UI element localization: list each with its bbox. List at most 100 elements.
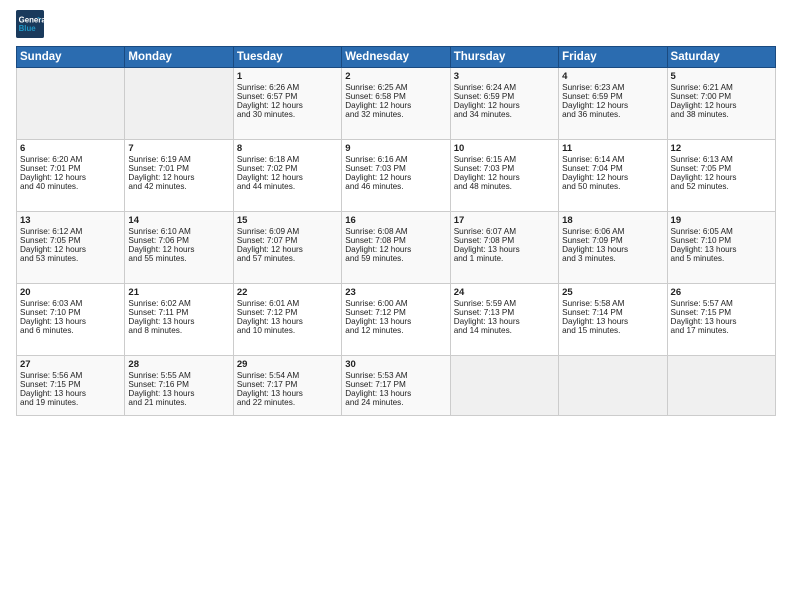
day-info-line: Daylight: 12 hours: [128, 173, 229, 182]
day-number: 21: [128, 287, 229, 298]
day-number: 30: [345, 359, 446, 370]
day-info-line: Sunset: 7:09 PM: [562, 236, 663, 245]
header-cell-sunday: Sunday: [17, 47, 125, 68]
day-info-line: Sunset: 7:10 PM: [20, 308, 121, 317]
day-info-line: Sunrise: 6:08 AM: [345, 227, 446, 236]
header-cell-tuesday: Tuesday: [233, 47, 341, 68]
calendar-cell: 25Sunrise: 5:58 AMSunset: 7:14 PMDayligh…: [559, 284, 667, 356]
day-info-line: Sunrise: 6:07 AM: [454, 227, 555, 236]
week-row-3: 13Sunrise: 6:12 AMSunset: 7:05 PMDayligh…: [17, 212, 776, 284]
day-number: 4: [562, 71, 663, 82]
day-number: 18: [562, 215, 663, 226]
day-info-line: Sunset: 6:58 PM: [345, 92, 446, 101]
day-info-line: Sunrise: 5:53 AM: [345, 371, 446, 380]
day-number: 9: [345, 143, 446, 154]
logo: General Blue: [16, 10, 46, 38]
day-info-line: Sunrise: 5:58 AM: [562, 299, 663, 308]
day-number: 6: [20, 143, 121, 154]
calendar-cell: 22Sunrise: 6:01 AMSunset: 7:12 PMDayligh…: [233, 284, 341, 356]
week-row-5: 27Sunrise: 5:56 AMSunset: 7:15 PMDayligh…: [17, 356, 776, 416]
week-row-4: 20Sunrise: 6:03 AMSunset: 7:10 PMDayligh…: [17, 284, 776, 356]
day-number: 17: [454, 215, 555, 226]
day-info-line: and 57 minutes.: [237, 254, 338, 263]
day-info-line: Sunrise: 5:57 AM: [671, 299, 772, 308]
day-info-line: Sunset: 7:05 PM: [671, 164, 772, 173]
calendar-cell: [450, 356, 558, 416]
day-info-line: Sunset: 7:08 PM: [454, 236, 555, 245]
day-info-line: Daylight: 12 hours: [454, 101, 555, 110]
calendar-cell: 19Sunrise: 6:05 AMSunset: 7:10 PMDayligh…: [667, 212, 775, 284]
day-info-line: Daylight: 13 hours: [562, 245, 663, 254]
day-info-line: Sunset: 7:07 PM: [237, 236, 338, 245]
calendar-cell: 8Sunrise: 6:18 AMSunset: 7:02 PMDaylight…: [233, 140, 341, 212]
day-info-line: Sunrise: 6:10 AM: [128, 227, 229, 236]
day-info-line: Daylight: 12 hours: [237, 245, 338, 254]
day-number: 16: [345, 215, 446, 226]
day-info-line: Daylight: 13 hours: [237, 389, 338, 398]
header-cell-thursday: Thursday: [450, 47, 558, 68]
day-info-line: and 36 minutes.: [562, 110, 663, 119]
day-info-line: Sunset: 7:03 PM: [454, 164, 555, 173]
header-cell-friday: Friday: [559, 47, 667, 68]
calendar-cell: 5Sunrise: 6:21 AMSunset: 7:00 PMDaylight…: [667, 68, 775, 140]
day-info-line: Daylight: 13 hours: [128, 389, 229, 398]
day-info-line: Sunrise: 6:02 AM: [128, 299, 229, 308]
day-info-line: Sunrise: 6:12 AM: [20, 227, 121, 236]
calendar-cell: 23Sunrise: 6:00 AMSunset: 7:12 PMDayligh…: [342, 284, 450, 356]
day-info-line: and 55 minutes.: [128, 254, 229, 263]
calendar-cell: 28Sunrise: 5:55 AMSunset: 7:16 PMDayligh…: [125, 356, 233, 416]
day-info-line: Daylight: 12 hours: [20, 173, 121, 182]
day-info-line: and 48 minutes.: [454, 182, 555, 191]
day-info-line: Daylight: 13 hours: [237, 317, 338, 326]
day-info-line: and 52 minutes.: [671, 182, 772, 191]
day-info-line: Sunrise: 6:09 AM: [237, 227, 338, 236]
day-info-line: Sunset: 7:03 PM: [345, 164, 446, 173]
calendar-cell: 9Sunrise: 6:16 AMSunset: 7:03 PMDaylight…: [342, 140, 450, 212]
day-info-line: and 59 minutes.: [345, 254, 446, 263]
day-info-line: Daylight: 13 hours: [345, 317, 446, 326]
day-info-line: Sunset: 7:11 PM: [128, 308, 229, 317]
day-info-line: Daylight: 12 hours: [237, 101, 338, 110]
calendar-cell: 11Sunrise: 6:14 AMSunset: 7:04 PMDayligh…: [559, 140, 667, 212]
day-info-line: Daylight: 13 hours: [454, 245, 555, 254]
day-info-line: Sunset: 7:12 PM: [345, 308, 446, 317]
day-number: 28: [128, 359, 229, 370]
day-number: 27: [20, 359, 121, 370]
day-info-line: and 44 minutes.: [237, 182, 338, 191]
header: General Blue: [16, 10, 776, 38]
day-info-line: Sunrise: 6:16 AM: [345, 155, 446, 164]
day-number: 1: [237, 71, 338, 82]
day-info-line: Sunrise: 6:14 AM: [562, 155, 663, 164]
day-info-line: Sunset: 7:10 PM: [671, 236, 772, 245]
day-info-line: and 12 minutes.: [345, 326, 446, 335]
day-number: 12: [671, 143, 772, 154]
header-row: SundayMondayTuesdayWednesdayThursdayFrid…: [17, 47, 776, 68]
day-info-line: Daylight: 13 hours: [671, 245, 772, 254]
day-number: 13: [20, 215, 121, 226]
week-row-2: 6Sunrise: 6:20 AMSunset: 7:01 PMDaylight…: [17, 140, 776, 212]
day-info-line: Sunset: 7:08 PM: [345, 236, 446, 245]
calendar-cell: 24Sunrise: 5:59 AMSunset: 7:13 PMDayligh…: [450, 284, 558, 356]
calendar-cell: 6Sunrise: 6:20 AMSunset: 7:01 PMDaylight…: [17, 140, 125, 212]
day-info-line: Sunset: 7:04 PM: [562, 164, 663, 173]
calendar-cell: 20Sunrise: 6:03 AMSunset: 7:10 PMDayligh…: [17, 284, 125, 356]
calendar-cell: 27Sunrise: 5:56 AMSunset: 7:15 PMDayligh…: [17, 356, 125, 416]
logo-icon: General Blue: [16, 10, 44, 38]
day-info-line: Daylight: 12 hours: [345, 245, 446, 254]
calendar-cell: [667, 356, 775, 416]
day-info-line: and 15 minutes.: [562, 326, 663, 335]
day-info-line: Sunset: 7:02 PM: [237, 164, 338, 173]
day-info-line: Sunrise: 5:55 AM: [128, 371, 229, 380]
calendar-cell: 21Sunrise: 6:02 AMSunset: 7:11 PMDayligh…: [125, 284, 233, 356]
calendar-cell: 1Sunrise: 6:26 AMSunset: 6:57 PMDaylight…: [233, 68, 341, 140]
calendar-cell: 13Sunrise: 6:12 AMSunset: 7:05 PMDayligh…: [17, 212, 125, 284]
day-info-line: and 24 minutes.: [345, 398, 446, 407]
day-info-line: Sunrise: 5:56 AM: [20, 371, 121, 380]
day-info-line: and 22 minutes.: [237, 398, 338, 407]
calendar-page: General Blue SundayMondayTuesdayWednesda…: [0, 0, 792, 612]
day-info-line: Daylight: 13 hours: [671, 317, 772, 326]
day-info-line: and 19 minutes.: [20, 398, 121, 407]
day-number: 22: [237, 287, 338, 298]
day-info-line: Sunset: 7:01 PM: [128, 164, 229, 173]
day-info-line: Daylight: 13 hours: [128, 317, 229, 326]
